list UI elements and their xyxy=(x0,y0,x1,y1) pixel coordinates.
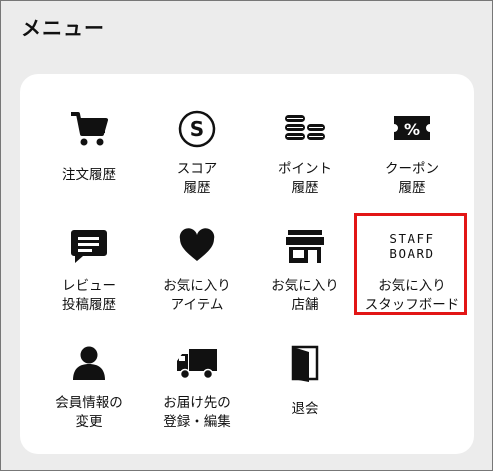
menu-item-favorite-items[interactable]: お気に入り アイテム xyxy=(142,221,252,331)
menu-item-label: お届け先の xyxy=(163,395,231,411)
exit-door-icon xyxy=(291,345,319,382)
menu-item-label: レビュー xyxy=(62,278,116,294)
menu-item-label: 登録・編集 xyxy=(163,414,231,430)
menu-title: メニュー xyxy=(21,16,105,40)
menu-item-label: アイテム xyxy=(170,297,224,313)
cart-icon xyxy=(71,112,108,146)
menu-item-review-history[interactable]: レビュー 投稿履歴 xyxy=(34,221,144,331)
menu-item-favorite-stores[interactable]: お気に入り 店舗 xyxy=(250,221,360,331)
menu-item-label: 変更 xyxy=(75,414,103,430)
score-s-icon: S xyxy=(178,110,216,148)
menu-item-delivery-address[interactable]: お届け先の 登録・編集 xyxy=(142,338,252,448)
menu-item-label: お気に入り xyxy=(271,278,339,294)
menu-item-edit-member-info[interactable]: 会員情報の 変更 xyxy=(34,338,144,448)
menu-item-label: 注文履歴 xyxy=(62,167,116,183)
coupon-icon: % xyxy=(394,116,430,140)
menu-item-withdraw[interactable]: 退会 xyxy=(250,338,360,448)
menu-item-label: 店舗 xyxy=(291,297,319,313)
menu-item-point-history[interactable]: ポイント 履歴 xyxy=(250,104,360,214)
menu-item-score-history[interactable]: S スコア 履歴 xyxy=(142,104,252,214)
menu-item-label: 履歴 xyxy=(291,180,319,196)
menu-item-coupon-history[interactable]: % クーポン 履歴 xyxy=(357,104,467,214)
coins-icon xyxy=(285,115,325,140)
menu-item-label: 履歴 xyxy=(398,180,426,196)
menu-item-label: お気に入り xyxy=(163,278,231,294)
menu-item-label: 投稿履歴 xyxy=(62,297,116,313)
menu-item-label: 履歴 xyxy=(183,180,211,196)
menu-item-label: 会員情報の xyxy=(55,395,123,411)
menu-item-label: 退会 xyxy=(291,401,319,417)
menu-item-label: スコア xyxy=(176,161,218,177)
svg-text:S: S xyxy=(190,117,204,141)
truck-icon xyxy=(177,349,217,380)
person-icon xyxy=(73,346,105,380)
store-icon xyxy=(286,230,324,263)
highlight-box xyxy=(354,213,467,315)
menu-item-label: クーポン xyxy=(385,161,439,177)
menu-panel: メニュー 注文履歴 S スコア 履歴 ポイント 履歴 % クーポン 履歴 レビュ… xyxy=(0,0,493,471)
svg-text:%: % xyxy=(404,120,420,139)
menu-item-label: ポイント xyxy=(278,161,332,177)
heart-icon xyxy=(179,228,215,261)
menu-item-order-history[interactable]: 注文履歴 xyxy=(34,104,144,214)
speech-bubble-icon xyxy=(71,230,107,263)
